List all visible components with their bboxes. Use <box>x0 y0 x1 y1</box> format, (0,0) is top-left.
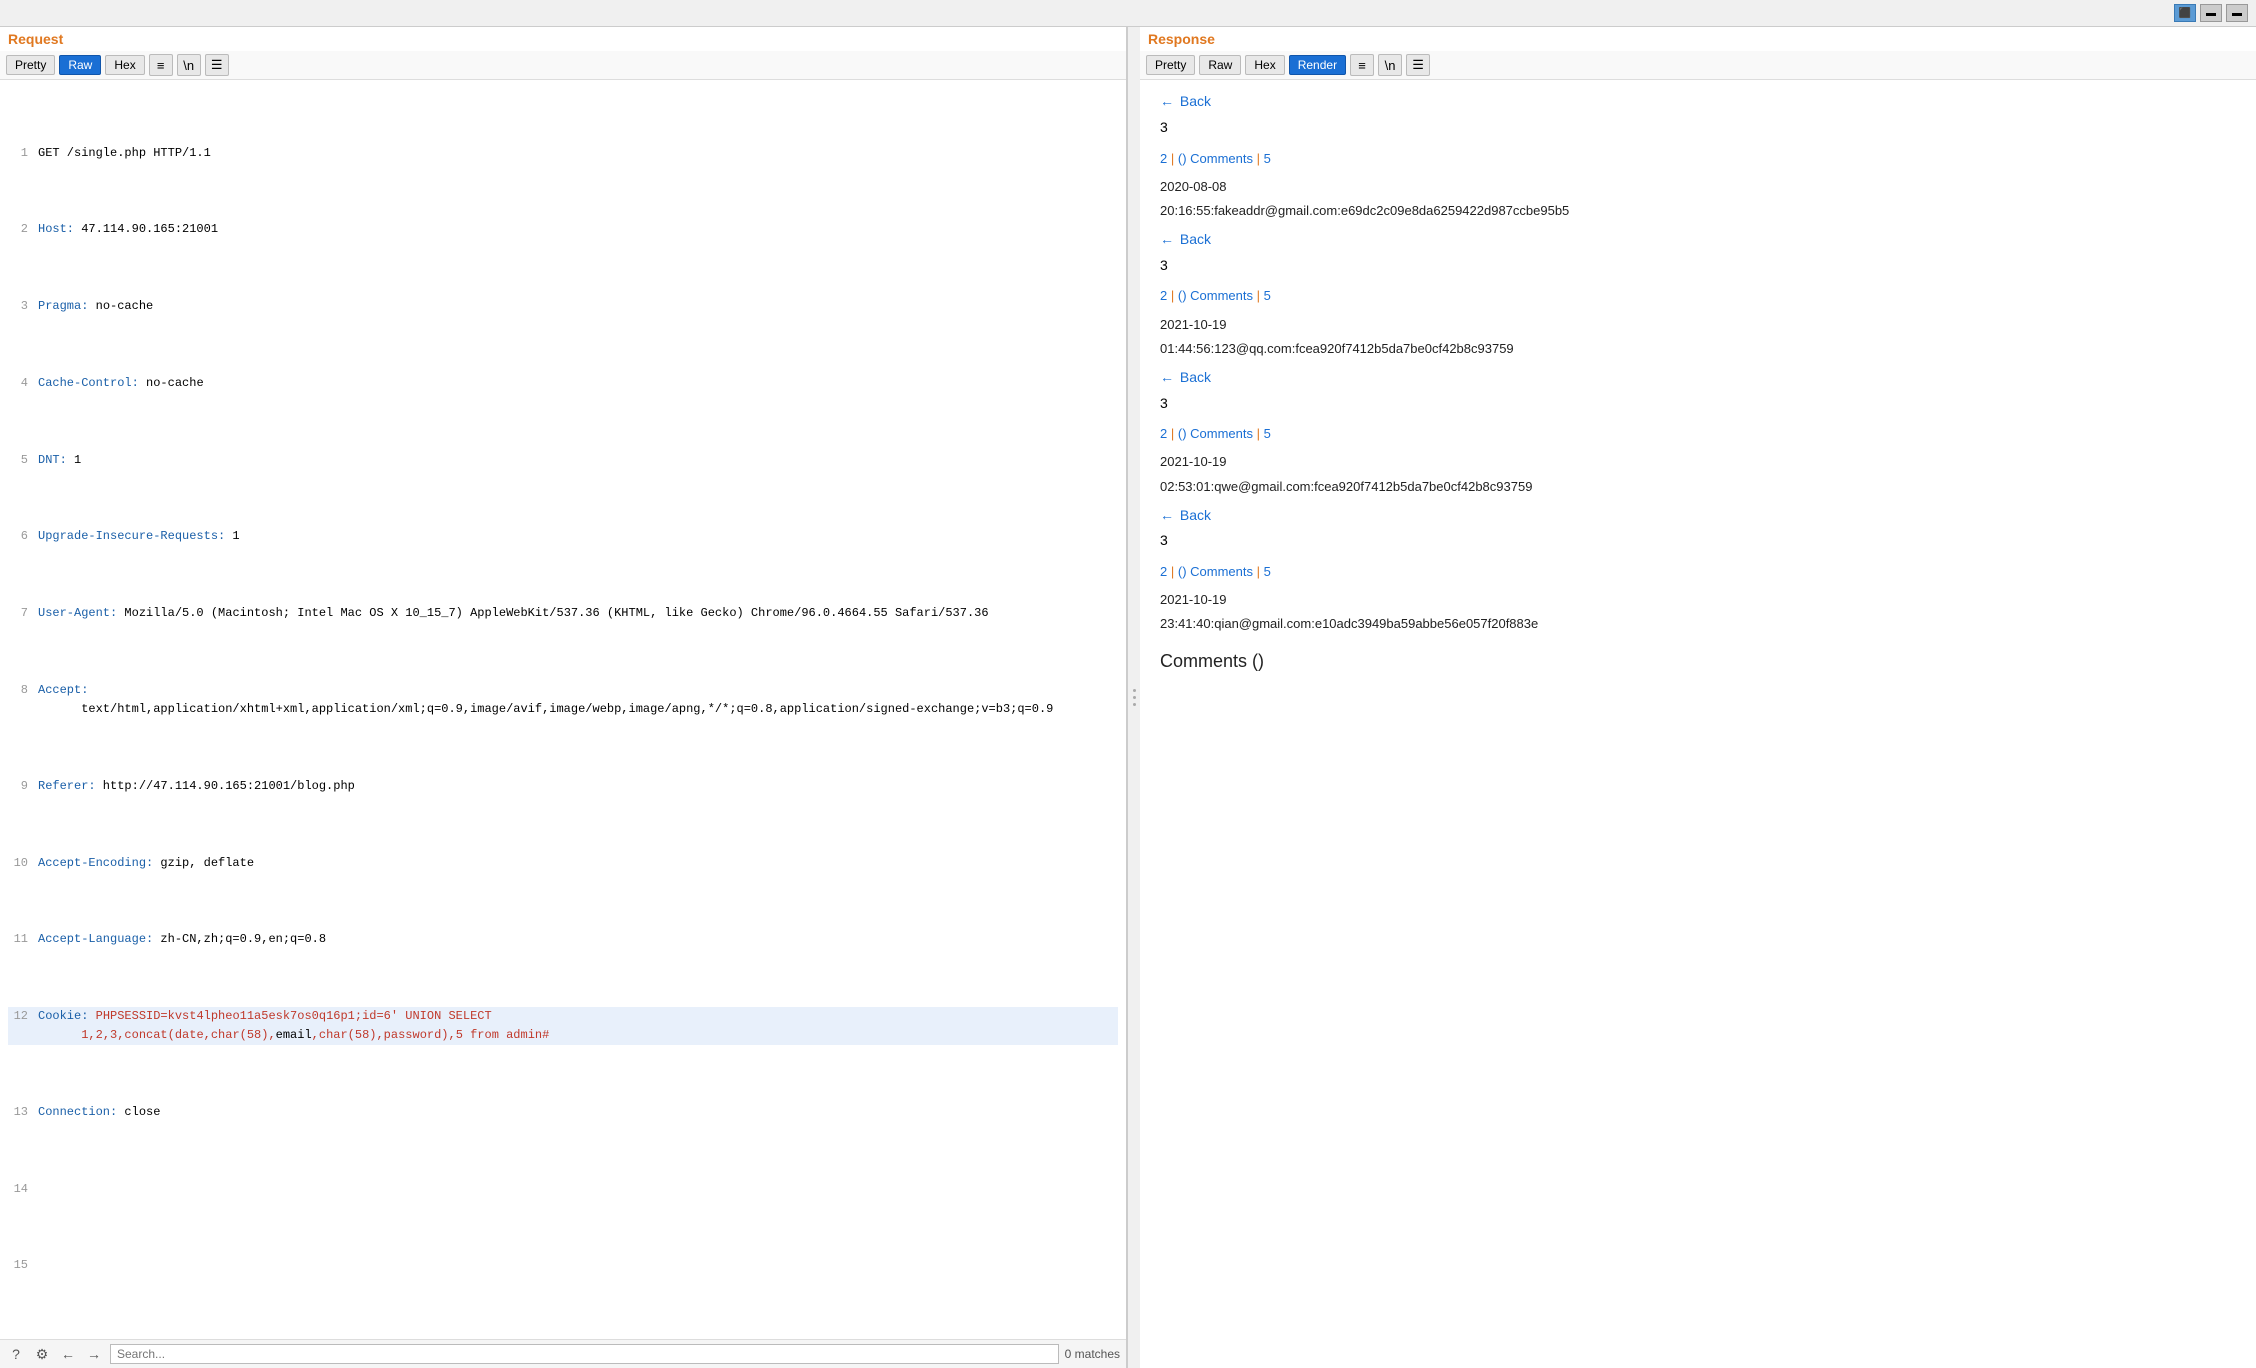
main-layout: Request Pretty Raw Hex ≡ \n ☰ 1 GET /sin… <box>0 27 2256 1368</box>
code-line-8: 8 Accept: text/html,application/xhtml+xm… <box>8 681 1118 719</box>
code-line-9: 9 Referer: http://47.114.90.165:21001/bl… <box>8 777 1118 796</box>
search-input[interactable] <box>110 1344 1059 1364</box>
match-count: 0 matches <box>1065 1347 1120 1361</box>
response-toolbar: Pretty Raw Hex Render ≡ \n ☰ <box>1140 51 2256 80</box>
code-line-2: 2 Host: 47.114.90.165:21001 <box>8 220 1118 239</box>
code-line-10: 10 Accept-Encoding: gzip, deflate <box>8 854 1118 873</box>
comment-line-3: 2 | () Comments | 5 <box>1160 423 2236 445</box>
code-line-11: 11 Accept-Language: zh-CN,zh;q=0.9,en;q=… <box>8 930 1118 949</box>
request-panel: Request Pretty Raw Hex ≡ \n ☰ 1 GET /sin… <box>0 27 1128 1368</box>
resp-render-btn[interactable]: Render <box>1289 55 1346 75</box>
settings-icon[interactable]: ⚙ <box>32 1344 52 1364</box>
resp-pretty-btn[interactable]: Pretty <box>1146 55 1195 75</box>
request-bottom-bar: ? ⚙ ← → 0 matches <box>0 1339 1126 1368</box>
entry-number-2: 3 <box>1160 254 2236 278</box>
comment-line-1: 2 | () Comments | 5 <box>1160 148 2236 170</box>
pretty-btn[interactable]: Pretty <box>6 55 55 75</box>
code-line-14: 14 <box>8 1180 1118 1199</box>
request-toolbar: Pretty Raw Hex ≡ \n ☰ <box>0 51 1126 80</box>
entry-data-4: 23:41:40:qian@gmail.com:e10adc3949ba59ab… <box>1160 613 2236 635</box>
help-icon[interactable]: ? <box>6 1344 26 1364</box>
resp-icon1[interactable]: ≡ <box>1350 54 1374 76</box>
response-title: Response <box>1140 27 2256 51</box>
comment-line-4: 2 | () Comments | 5 <box>1160 561 2236 583</box>
code-line-13: 13 Connection: close <box>8 1103 1118 1122</box>
resp-raw-btn[interactable]: Raw <box>1199 55 1241 75</box>
back-link-3[interactable]: ← Back <box>1160 366 2236 390</box>
entry-data-3: 02:53:01:qwe@gmail.com:fcea920f7412b5da7… <box>1160 476 2236 498</box>
code-line-7: 7 User-Agent: Mozilla/5.0 (Macintosh; In… <box>8 604 1118 623</box>
menu-icon[interactable]: ☰ <box>205 54 229 76</box>
response-entry-1: ← Back 3 2 | () Comments | 5 2020-08-08 … <box>1160 90 2236 222</box>
layout-btn-2[interactable]: ▬ <box>2200 4 2222 22</box>
entry-number-4: 3 <box>1160 529 2236 553</box>
resp-icon3[interactable]: ☰ <box>1406 54 1430 76</box>
layout-btn-3[interactable]: ▬ <box>2226 4 2248 22</box>
forward-nav-icon[interactable]: → <box>84 1344 104 1364</box>
panel-divider[interactable] <box>1128 27 1140 1368</box>
entry-date-4: 2021-10-19 <box>1160 589 2236 611</box>
entry-data-1: 20:16:55:fakeaddr@gmail.com:e69dc2c09e8d… <box>1160 200 2236 222</box>
response-entry-2: ← Back 3 2 | () Comments | 5 2021-10-19 … <box>1160 228 2236 360</box>
entry-number-1: 3 <box>1160 116 2236 140</box>
resp-hex-btn[interactable]: Hex <box>1245 55 1284 75</box>
newline-icon[interactable]: \n <box>177 54 201 76</box>
response-panel: Response Pretty Raw Hex Render ≡ \n ☰ ← … <box>1140 27 2256 1368</box>
code-line-5: 5 DNT: 1 <box>8 451 1118 470</box>
code-line-1: 1 GET /single.php HTTP/1.1 <box>8 144 1118 163</box>
code-line-6: 6 Upgrade-Insecure-Requests: 1 <box>8 527 1118 546</box>
response-entry-4: ← Back 3 2 | () Comments | 5 2021-10-19 … <box>1160 504 2236 636</box>
back-link-4[interactable]: ← Back <box>1160 504 2236 528</box>
request-code-area: 1 GET /single.php HTTP/1.1 2 Host: 47.11… <box>0 80 1126 1339</box>
comment-line-2: 2 | () Comments | 5 <box>1160 285 2236 307</box>
code-line-4: 4 Cache-Control: no-cache <box>8 374 1118 393</box>
response-entry-3: ← Back 3 2 | () Comments | 5 2021-10-19 … <box>1160 366 2236 498</box>
code-line-12: 12 Cookie: PHPSESSID=kvst4lpheo11a5esk7o… <box>8 1007 1118 1045</box>
response-content-area: ← Back 3 2 | () Comments | 5 2020-08-08 … <box>1140 80 2256 1368</box>
code-line-3: 3 Pragma: no-cache <box>8 297 1118 316</box>
raw-btn[interactable]: Raw <box>59 55 101 75</box>
request-title: Request <box>0 27 1126 51</box>
format-icon[interactable]: ≡ <box>149 54 173 76</box>
entry-date-1: 2020-08-08 <box>1160 176 2236 198</box>
code-line-15: 15 <box>8 1256 1118 1275</box>
back-link-1[interactable]: ← Back <box>1160 90 2236 114</box>
entry-date-3: 2021-10-19 <box>1160 451 2236 473</box>
entry-number-3: 3 <box>1160 392 2236 416</box>
layout-btn-1[interactable]: ⬛ <box>2174 4 2196 22</box>
entry-data-2: 01:44:56:123@qq.com:fcea920f7412b5da7be0… <box>1160 338 2236 360</box>
top-toolbar: ⬛ ▬ ▬ <box>0 0 2256 27</box>
entry-date-2: 2021-10-19 <box>1160 314 2236 336</box>
comments-heading: Comments () <box>1160 646 2236 677</box>
resp-icon2[interactable]: \n <box>1378 54 1402 76</box>
back-nav-icon[interactable]: ← <box>58 1344 78 1364</box>
back-link-2[interactable]: ← Back <box>1160 228 2236 252</box>
hex-btn[interactable]: Hex <box>105 55 144 75</box>
